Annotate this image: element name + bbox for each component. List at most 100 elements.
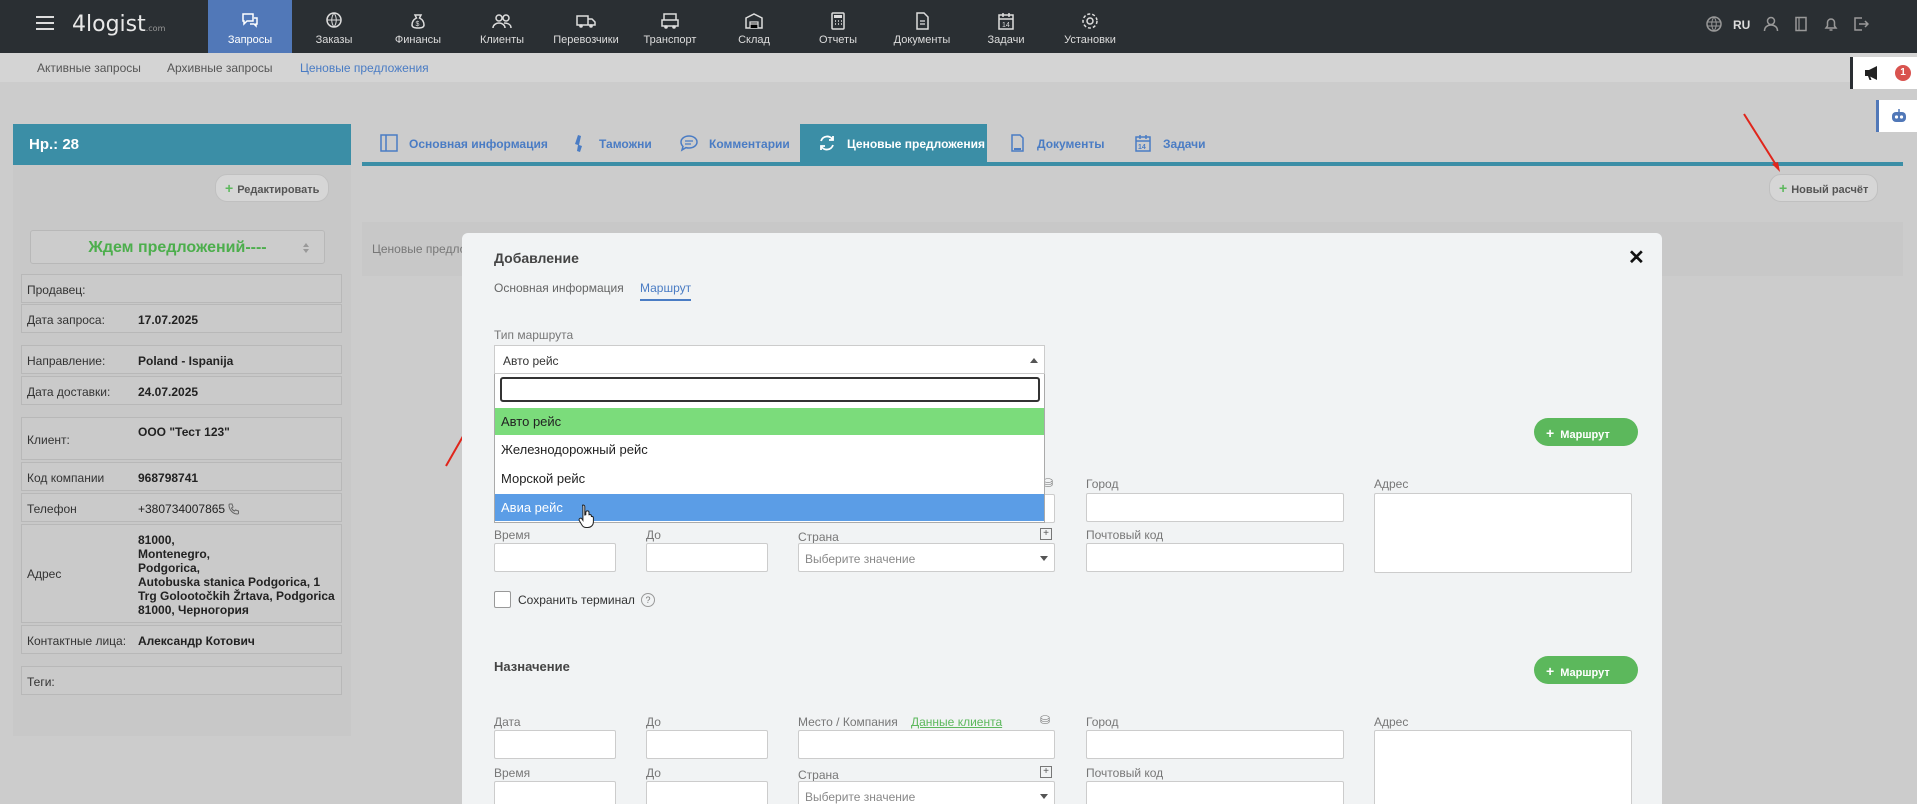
tab-3[interactable]: Ценовые предложения	[800, 124, 987, 162]
phone-icon[interactable]	[228, 503, 240, 515]
route-type-label: Тип маршрута	[494, 328, 574, 342]
city-input-destination[interactable]	[1086, 730, 1344, 759]
logout-icon[interactable]	[1853, 16, 1870, 36]
modal-tab-main-info[interactable]: Основная информация	[494, 281, 624, 295]
money-bag-icon: $	[411, 14, 425, 29]
add-route-button-destination[interactable]: + Маршрут	[1534, 656, 1638, 684]
country-select-destination[interactable]: Выберите значение	[798, 781, 1055, 804]
subnav-price-offers[interactable]: Ценовые предложения	[300, 61, 429, 75]
client-data-link[interactable]: Данные клиента	[911, 715, 1002, 729]
book-icon[interactable]	[1793, 16, 1809, 36]
tab-1[interactable]: Таможни	[552, 124, 659, 162]
add-route-button-origin[interactable]: + Маршрут	[1534, 418, 1638, 446]
field-request-date: Дата запроса: 17.07.2025	[21, 304, 342, 333]
option-auto[interactable]: Авто рейс	[495, 408, 1044, 435]
nav-item-3[interactable]: Клиенты	[460, 0, 544, 53]
language-selector[interactable]: RU	[1733, 18, 1750, 32]
subnav-active-requests[interactable]: Активные запросы	[37, 61, 141, 75]
postal-input-origin[interactable]	[1086, 543, 1344, 572]
hamburger-menu-icon[interactable]	[36, 16, 54, 30]
nav-item-0[interactable]: Запросы	[208, 0, 292, 53]
nav-item-10[interactable]: Установки	[1048, 0, 1132, 53]
edit-button[interactable]: + Редактировать	[215, 174, 330, 202]
truck-icon	[576, 15, 596, 28]
nav-item-1[interactable]: Заказы	[292, 0, 376, 53]
nav-label: Запросы	[227, 34, 273, 46]
nav-item-2[interactable]: $ Финансы	[376, 0, 460, 53]
option-rail[interactable]: Железнодорожный рейс	[495, 436, 1044, 463]
to-input-destination[interactable]	[646, 730, 768, 759]
modal-tab-route[interactable]: Маршрут	[640, 281, 692, 301]
logo[interactable]: 4logist.com	[72, 12, 165, 37]
subnav-archived-requests[interactable]: Архивные запросы	[167, 61, 273, 75]
help-icon[interactable]: ?	[641, 593, 655, 607]
svg-text:14: 14	[1002, 22, 1010, 29]
field-company-code: Код компании 968798741	[21, 462, 342, 491]
status-select[interactable]: Ждем предложений----	[30, 230, 325, 264]
address-textarea-destination[interactable]	[1374, 730, 1632, 804]
sort-arrows-icon	[303, 243, 309, 253]
new-calculation-button[interactable]: + Новый расчёт	[1769, 174, 1879, 202]
announcements-tab[interactable]: 1	[1850, 57, 1917, 89]
tab-5[interactable]: 14 Задачи	[1116, 124, 1215, 162]
chat-icon	[242, 13, 258, 28]
country-select-origin[interactable]: Выберите значение	[798, 543, 1055, 572]
to-label-destination: До	[646, 715, 661, 729]
close-icon[interactable]: ✕	[1628, 245, 1645, 270]
nav-label: Транспорт	[643, 34, 697, 46]
user-icon[interactable]	[1763, 16, 1779, 36]
nav-label: Финансы	[394, 34, 442, 46]
hand-cursor-icon	[578, 504, 594, 528]
bell-icon[interactable]	[1823, 16, 1839, 36]
calculator-icon	[831, 12, 845, 30]
to-label-destination-2: До	[646, 766, 661, 780]
svg-text:14: 14	[1138, 144, 1146, 151]
country-label-origin: Страна	[798, 530, 839, 544]
megaphone-icon	[1865, 66, 1877, 80]
time-label-destination: Время	[494, 766, 531, 780]
field-seller: Продавец:	[21, 274, 342, 303]
field-direction: Направление: Poland - Ispanija	[21, 345, 342, 374]
to-input-origin[interactable]	[646, 543, 768, 572]
address-label-origin: Адрес	[1374, 477, 1409, 491]
save-terminal-checkbox[interactable]	[494, 591, 511, 608]
nav-item-9[interactable]: 14 Задачи	[964, 0, 1048, 53]
robot-icon	[1892, 109, 1906, 122]
nav-item-4[interactable]: Перевозчики	[544, 0, 628, 53]
bot-assistant-tab[interactable]	[1876, 100, 1917, 132]
date-input-destination[interactable]	[494, 730, 616, 759]
route-type-select[interactable]: Авто рейс	[494, 345, 1045, 374]
nav-item-7[interactable]: Отчеты	[796, 0, 880, 53]
add-country-icon[interactable]: +	[1040, 528, 1052, 540]
plus-icon: +	[225, 180, 234, 196]
tab-4[interactable]: Документы	[990, 124, 1113, 162]
plus-icon: +	[1779, 180, 1788, 196]
nav-label: Перевозчики	[553, 34, 619, 46]
option-sea[interactable]: Морской рейс	[495, 465, 1044, 492]
database-icon[interactable]: ⛁	[1040, 713, 1050, 727]
tab-0[interactable]: Основная информация	[362, 124, 549, 162]
place-input-destination[interactable]	[798, 730, 1055, 759]
nav-item-6[interactable]: Склад	[712, 0, 796, 53]
nav-label: Отчеты	[818, 34, 858, 46]
to-input-destination-2[interactable]	[646, 781, 768, 804]
nav-item-5[interactable]: Транспорт	[628, 0, 712, 53]
tab-underline	[362, 162, 1903, 166]
nav-label: Склад	[738, 34, 770, 46]
nav-item-8[interactable]: Документы	[880, 0, 964, 53]
postal-input-destination[interactable]	[1086, 781, 1344, 804]
time-input-origin[interactable]	[494, 543, 616, 572]
vehicle-icon	[661, 13, 679, 29]
refresh-icon	[820, 135, 834, 151]
address-textarea-origin[interactable]	[1374, 493, 1632, 573]
city-input-origin[interactable]	[1086, 493, 1344, 522]
tab-label: Таможни	[599, 137, 652, 151]
globe-icon[interactable]	[1706, 16, 1722, 36]
dropdown-search-input[interactable]	[500, 377, 1040, 402]
to-label-origin: До	[646, 528, 661, 542]
nav-label: Клиенты	[479, 34, 525, 46]
time-input-destination[interactable]	[494, 781, 616, 804]
tab-2[interactable]: Комментарии	[662, 124, 797, 162]
add-country-icon[interactable]: +	[1040, 766, 1052, 778]
gear-icon	[1082, 13, 1098, 29]
